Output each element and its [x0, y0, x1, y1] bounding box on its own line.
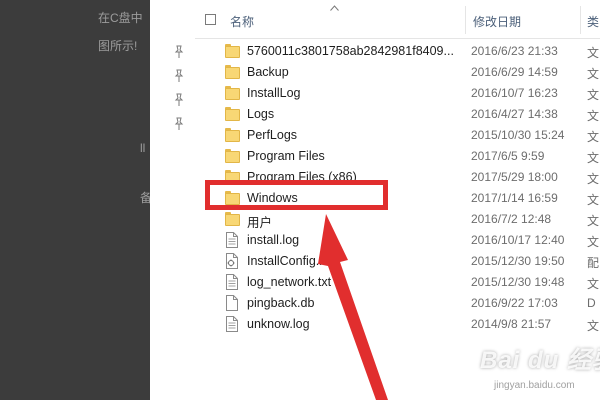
watermark: Bai du 经验 jingyan.baidu.com [472, 338, 600, 400]
watermark-logo: Bai du 经验 [480, 347, 600, 374]
screenshot: 在C盘中 图所示! ll 备 名称 修改日期 类 5760011c3801758… [0, 0, 600, 400]
watermark-url: jingyan.baidu.com [494, 380, 575, 391]
